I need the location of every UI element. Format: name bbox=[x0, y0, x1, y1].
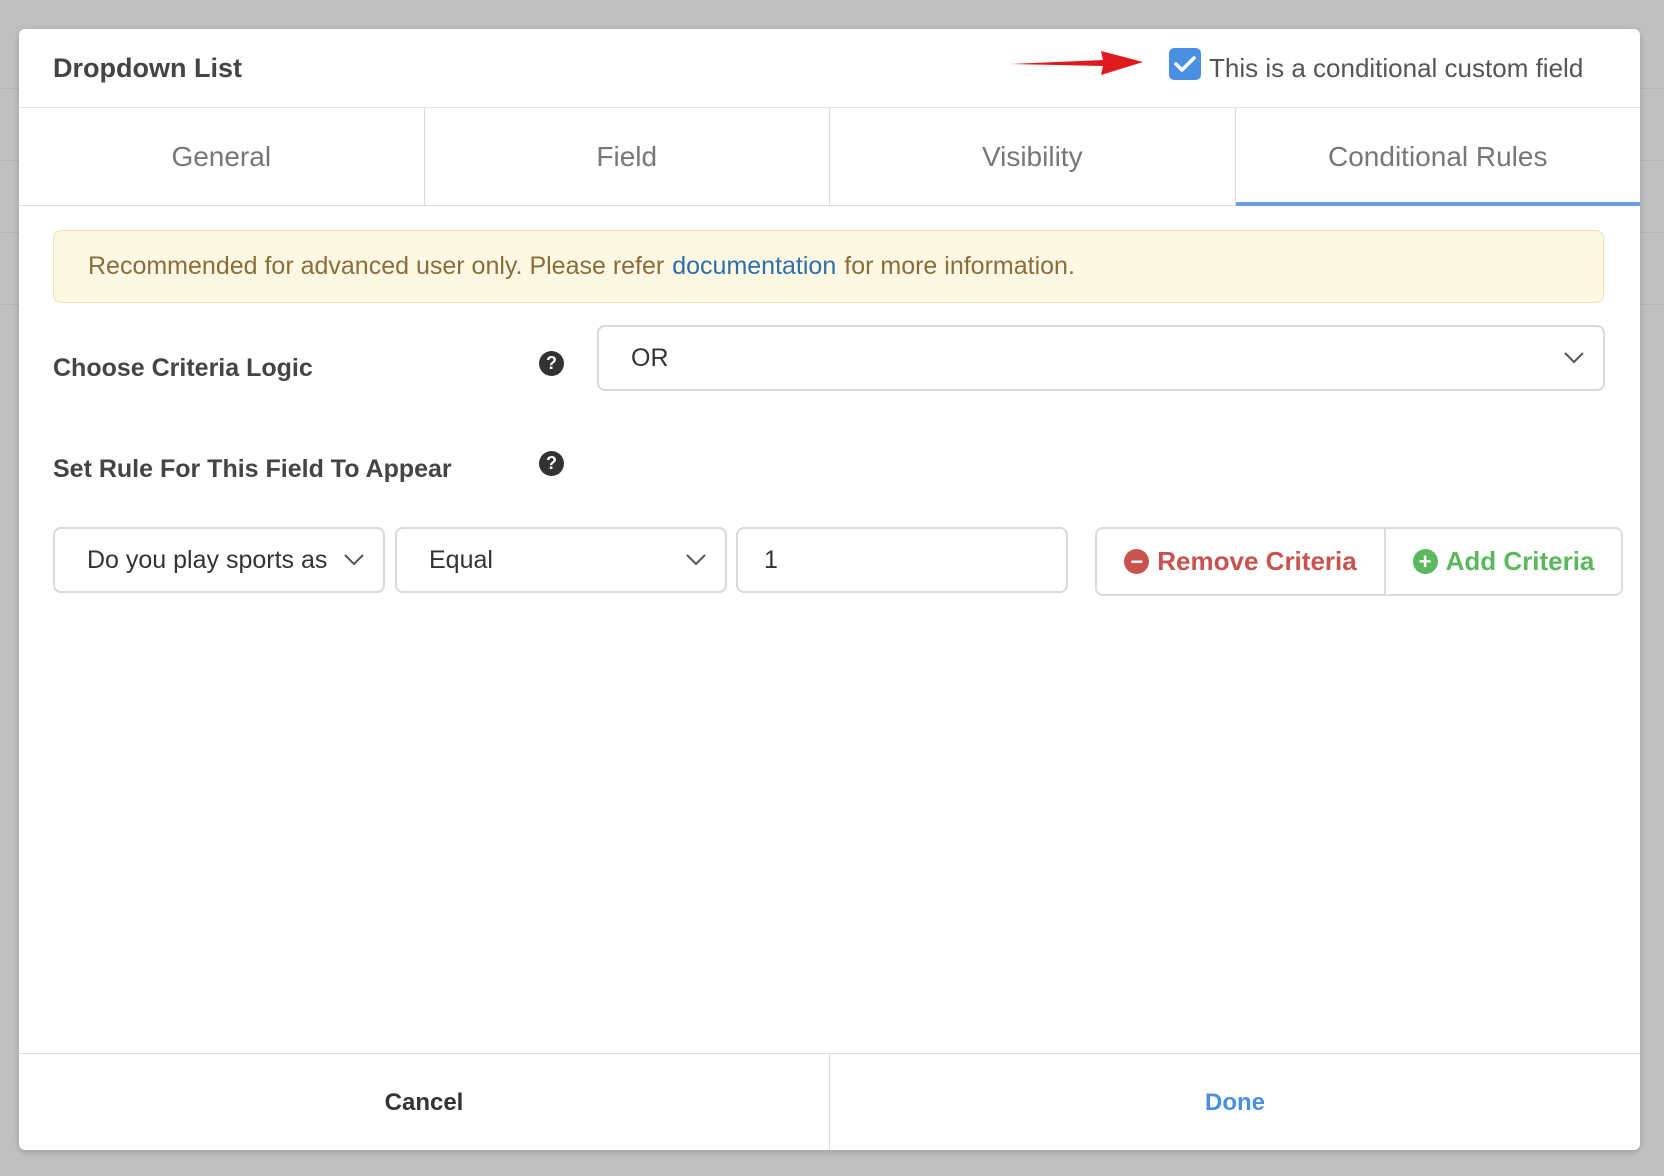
modal-header: Dropdown List This is a conditional cust… bbox=[19, 29, 1640, 108]
rule-operator-select[interactable]: Equal bbox=[395, 527, 727, 593]
conditional-field-checkbox[interactable] bbox=[1169, 48, 1201, 80]
criteria-button-group: − Remove Criteria + Add Criteria bbox=[1095, 527, 1623, 596]
chevron-down-icon bbox=[1564, 352, 1584, 364]
rule-field-select[interactable]: Do you play sports as bbox=[53, 527, 385, 593]
chevron-down-icon bbox=[344, 554, 364, 566]
tab-conditional-rules[interactable]: Conditional Rules bbox=[1235, 108, 1641, 206]
tab-bar: General Field Visibility Conditional Rul… bbox=[19, 108, 1640, 206]
chevron-down-icon bbox=[686, 554, 706, 566]
remove-criteria-label: Remove Criteria bbox=[1157, 546, 1357, 576]
rule-label: Set Rule For This Field To Appear bbox=[53, 455, 452, 483]
cancel-button[interactable]: Cancel bbox=[19, 1054, 830, 1150]
rule-field-value: Do you play sports as bbox=[87, 545, 327, 574]
add-criteria-button[interactable]: + Add Criteria bbox=[1386, 529, 1621, 594]
checkmark-icon bbox=[1174, 56, 1196, 72]
minus-circle-icon: − bbox=[1124, 549, 1150, 574]
add-criteria-label: Add Criteria bbox=[1445, 546, 1595, 576]
annotation-arrow-icon bbox=[1010, 51, 1143, 75]
alert-text-before: Recommended for advanced user only. Plea… bbox=[88, 252, 665, 280]
conditional-field-label[interactable]: This is a conditional custom field bbox=[1209, 53, 1583, 84]
done-button[interactable]: Done bbox=[830, 1054, 1640, 1150]
criteria-logic-value: OR bbox=[631, 343, 669, 372]
criteria-logic-select[interactable]: OR bbox=[597, 325, 1605, 391]
remove-criteria-button[interactable]: − Remove Criteria bbox=[1097, 529, 1386, 594]
documentation-link[interactable]: documentation bbox=[672, 252, 836, 281]
question-circle-icon[interactable]: ? bbox=[539, 451, 564, 476]
plus-circle-icon: + bbox=[1412, 549, 1438, 574]
rule-value-input[interactable]: 1 bbox=[736, 527, 1068, 593]
question-circle-icon[interactable]: ? bbox=[539, 351, 564, 376]
tab-field[interactable]: Field bbox=[425, 108, 830, 205]
modal-title: Dropdown List bbox=[53, 53, 242, 83]
alert-text-after: for more information. bbox=[844, 252, 1075, 280]
modal-footer: Cancel Done bbox=[19, 1053, 1640, 1150]
tab-general[interactable]: General bbox=[19, 108, 425, 205]
dropdown-list-modal: Dropdown List This is a conditional cust… bbox=[19, 29, 1640, 1150]
rule-value-text: 1 bbox=[764, 545, 778, 574]
rule-operator-value: Equal bbox=[429, 545, 493, 574]
criteria-logic-label: Choose Criteria Logic bbox=[53, 354, 313, 382]
tab-visibility[interactable]: Visibility bbox=[830, 108, 1236, 205]
advanced-user-alert: Recommended for advanced user only. Plea… bbox=[53, 230, 1604, 303]
